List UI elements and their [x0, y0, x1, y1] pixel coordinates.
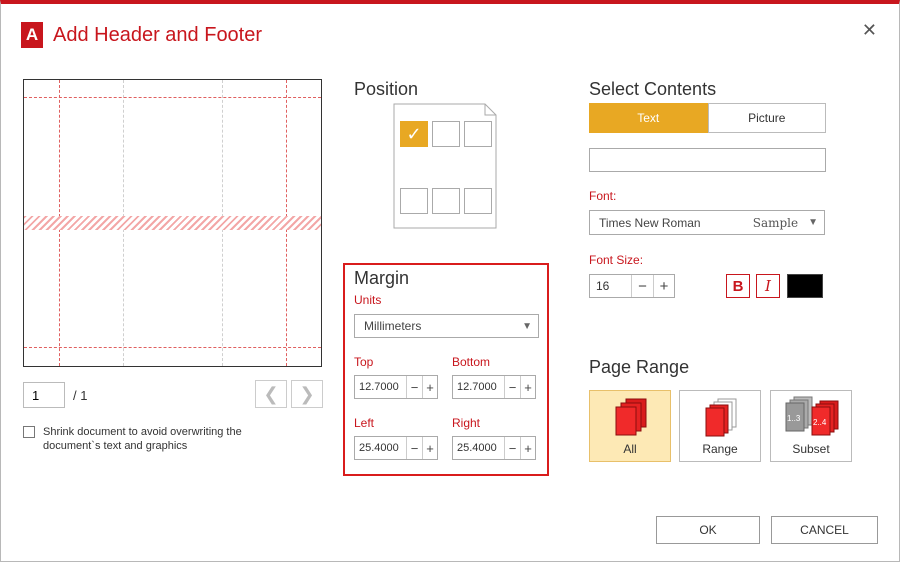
font-value: Times New Roman — [599, 215, 701, 230]
add-header-footer-dialog: A Add Header and Footer ✕ / 1 ❮ ❯ Shrink… — [0, 0, 900, 562]
plus-icon[interactable]: + — [520, 437, 535, 459]
subset-pages-icon: 1..3 2..4 — [785, 396, 839, 436]
position-top-center[interactable] — [432, 121, 460, 147]
margin-title: Margin — [354, 268, 410, 288]
minus-icon[interactable]: − — [407, 437, 422, 459]
app-logo-icon: A — [21, 22, 43, 48]
units-select[interactable]: Millimeters ▼ — [354, 314, 539, 338]
header-text-input[interactable] — [589, 148, 826, 172]
minus-icon[interactable]: − — [505, 376, 520, 398]
page-range-title: Page Range — [589, 357, 690, 377]
font-size-label: Font Size: — [589, 253, 644, 267]
page-number-input[interactable] — [23, 382, 65, 408]
chevron-right-icon: ❯ — [299, 383, 315, 404]
next-page-button[interactable]: ❯ — [291, 380, 323, 408]
position-bottom-left[interactable] — [400, 188, 428, 214]
tab-picture[interactable]: Picture — [707, 103, 826, 133]
position-title: Position — [354, 79, 419, 99]
shrink-label: Shrink document to avoid overwriting the… — [43, 426, 242, 452]
bottom-label: Bottom — [452, 355, 491, 369]
units-label: Units — [354, 293, 382, 307]
ok-button[interactable]: OK — [656, 516, 760, 544]
right-label: Right — [452, 416, 481, 430]
font-sample: Sample — [752, 215, 799, 230]
close-icon[interactable]: ✕ — [862, 20, 877, 41]
shrink-document-option[interactable]: Shrink document to avoid overwriting the… — [23, 425, 263, 453]
bold-button[interactable]: B — [726, 274, 750, 298]
page-preview — [23, 79, 322, 367]
font-select[interactable]: Times New Roman Sample ▼ — [589, 210, 825, 235]
range-all-label: All — [623, 442, 637, 456]
chevron-left-icon: ❮ — [263, 383, 279, 404]
position-bottom-center[interactable] — [432, 188, 460, 214]
plus-icon[interactable]: + — [520, 376, 535, 398]
plus-icon[interactable]: + — [422, 376, 437, 398]
position-top-right[interactable] — [464, 121, 492, 147]
dialog-title-bar: A Add Header and Footer — [21, 22, 262, 48]
page-range-icon — [705, 398, 737, 437]
prev-page-button[interactable]: ❮ — [255, 380, 287, 408]
select-contents-title: Select Contents — [589, 79, 717, 99]
chevron-down-icon: ▼ — [808, 217, 818, 228]
bottom-margin-stepper[interactable]: 12.7000 − + — [452, 375, 536, 399]
page-total: / 1 — [73, 387, 88, 403]
top-label: Top — [354, 355, 374, 369]
margin-guide-top — [24, 97, 321, 98]
font-size-stepper[interactable]: 16 − + — [589, 274, 675, 298]
minus-icon[interactable]: − — [505, 437, 520, 459]
right-margin-value[interactable]: 25.4000 — [453, 437, 505, 459]
left-label: Left — [354, 416, 375, 430]
page-break-area — [24, 216, 321, 230]
font-color-swatch[interactable] — [787, 274, 823, 298]
bottom-margin-value[interactable]: 12.7000 — [453, 376, 505, 398]
content-type-toggle: Text Picture — [589, 103, 826, 133]
subset-even-text: 2..4 — [813, 418, 827, 427]
minus-icon[interactable]: − — [632, 275, 653, 297]
italic-button[interactable]: I — [756, 274, 780, 298]
plus-icon[interactable]: + — [653, 275, 674, 297]
all-pages-icon — [615, 398, 647, 436]
page-navigator: / 1 — [23, 382, 87, 408]
range-range-label: Range — [702, 442, 738, 456]
subset-odd-text: 1..3 — [787, 414, 801, 423]
top-margin-stepper[interactable]: 12.7000 − + — [354, 375, 438, 399]
position-bottom-right[interactable] — [464, 188, 492, 214]
left-margin-value[interactable]: 25.4000 — [355, 437, 407, 459]
shrink-checkbox[interactable] — [23, 426, 35, 438]
margin-guide-bottom — [24, 347, 321, 348]
left-margin-stepper[interactable]: 25.4000 − + — [354, 436, 438, 460]
range-subset-label: Subset — [792, 442, 830, 456]
chevron-down-icon: ▼ — [522, 320, 532, 332]
cancel-button[interactable]: CANCEL — [771, 516, 878, 544]
range-range-button[interactable]: Range — [679, 390, 761, 462]
font-size-value[interactable]: 16 — [590, 275, 632, 297]
font-label: Font: — [589, 189, 617, 203]
position-top-left[interactable]: ✓ — [400, 121, 428, 147]
dialog-title: Add Header and Footer — [53, 23, 263, 46]
top-margin-value[interactable]: 12.7000 — [355, 376, 407, 398]
right-margin-stepper[interactable]: 25.4000 − + — [452, 436, 536, 460]
tab-text[interactable]: Text — [589, 103, 708, 133]
minus-icon[interactable]: − — [407, 376, 422, 398]
check-icon: ✓ — [406, 123, 422, 144]
range-all-button[interactable]: All — [589, 390, 671, 462]
units-value: Millimeters — [364, 319, 422, 333]
range-subset-button[interactable]: 1..3 2..4 Subset — [770, 390, 852, 462]
plus-icon[interactable]: + — [422, 437, 437, 459]
